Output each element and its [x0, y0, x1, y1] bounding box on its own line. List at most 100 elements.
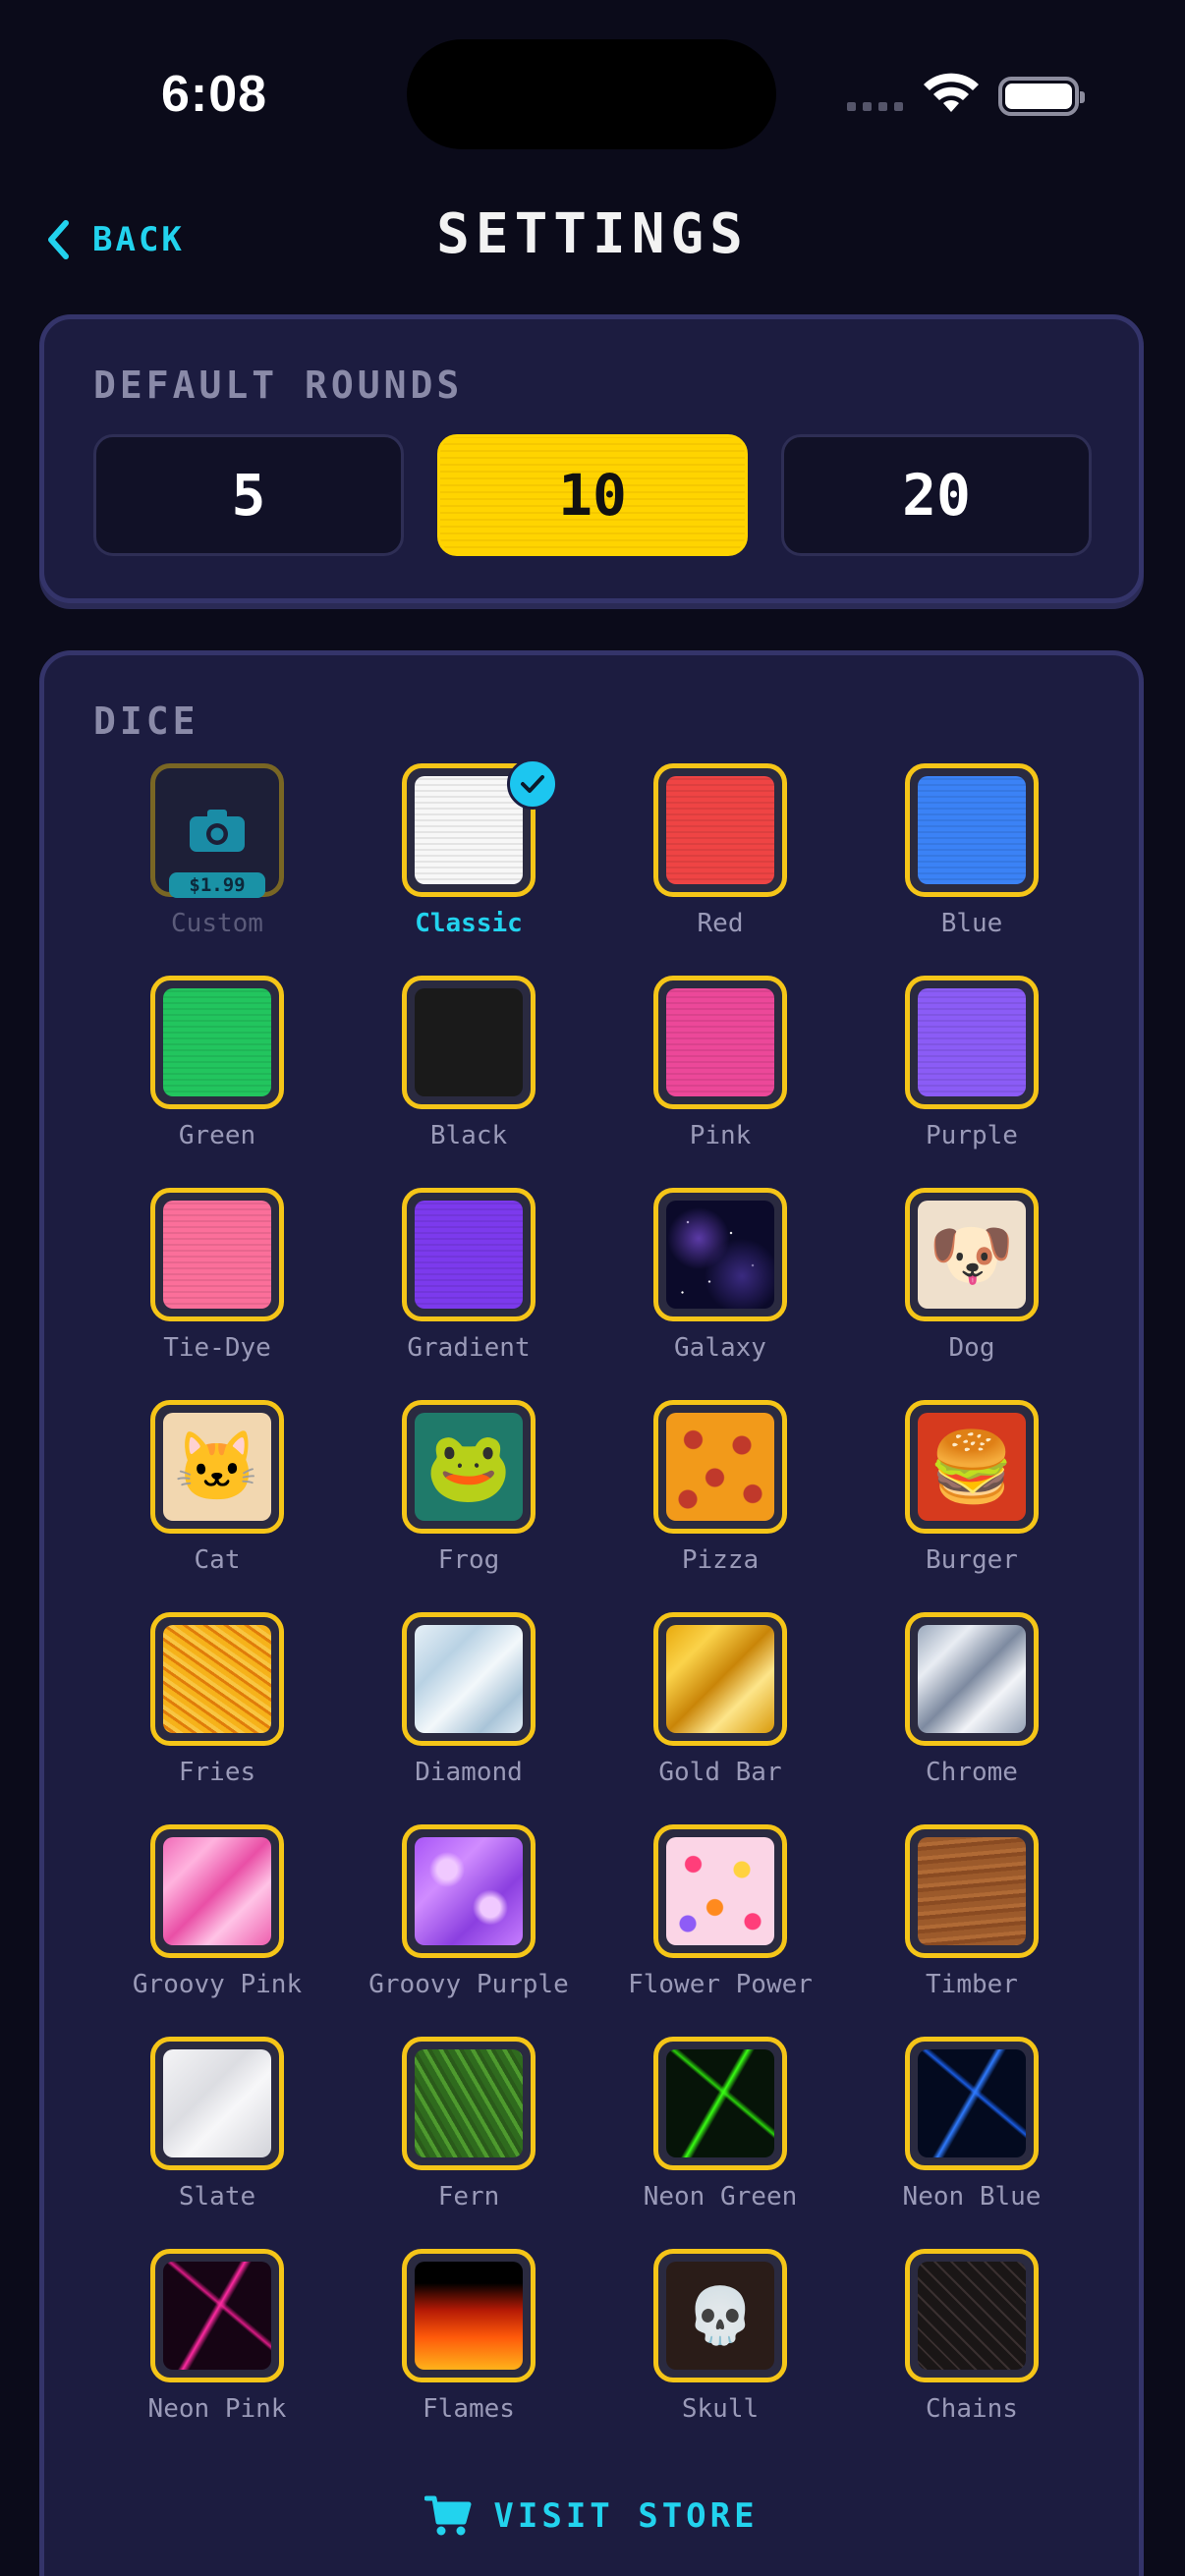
- die-tile: [653, 763, 787, 897]
- die-name: Skull: [681, 2394, 760, 2424]
- battery-icon: [998, 77, 1085, 116]
- checkmark-icon: [507, 758, 558, 810]
- dice-label: DICE: [93, 700, 199, 743]
- die-face: [918, 2049, 1026, 2157]
- die-option-pizza[interactable]: Pizza: [594, 1400, 846, 1612]
- die-option-dog[interactable]: 🐶 Dog: [846, 1188, 1098, 1400]
- die-face: [163, 1201, 271, 1309]
- die-option-flames[interactable]: Flames: [343, 2249, 594, 2461]
- die-option-tie-dye[interactable]: Tie-Dye: [91, 1188, 343, 1400]
- die-tile: [905, 763, 1039, 897]
- die-name: Neon Pink: [147, 2394, 287, 2424]
- die-name: Tie-Dye: [163, 1333, 271, 1363]
- die-face: [163, 2049, 271, 2157]
- die-option-neon-green[interactable]: Neon Green: [594, 2037, 846, 2249]
- die-name: Chains: [926, 2394, 1018, 2424]
- die-name: Flower Power: [628, 1970, 813, 1999]
- die-name: Pink: [689, 1121, 752, 1150]
- die-tile: [402, 1824, 536, 1958]
- die-option-flower-power[interactable]: Flower Power: [594, 1824, 846, 2037]
- die-tile: [653, 976, 787, 1109]
- default-rounds-label: DEFAULT ROUNDS: [93, 364, 464, 407]
- die-option-black[interactable]: Black: [343, 976, 594, 1188]
- die-option-diamond[interactable]: Diamond: [343, 1612, 594, 1824]
- die-face: [415, 1201, 523, 1309]
- die-tile: $1.99: [150, 763, 284, 898]
- die-tile: [150, 976, 284, 1109]
- die-option-timber[interactable]: Timber: [846, 1824, 1098, 2037]
- die-tile: [905, 2249, 1039, 2382]
- die-face: [918, 2262, 1026, 2370]
- die-tile: [905, 1824, 1039, 1958]
- die-name: Gold Bar: [658, 1758, 782, 1787]
- die-name: Slate: [178, 2182, 256, 2212]
- die-option-gradient[interactable]: Gradient: [343, 1188, 594, 1400]
- die-name: Dog: [948, 1333, 995, 1363]
- die-option-groovy-pink[interactable]: Groovy Pink: [91, 1824, 343, 2037]
- die-option-neon-blue[interactable]: Neon Blue: [846, 2037, 1098, 2249]
- cart-icon: [424, 2495, 472, 2536]
- die-tile: 🐸: [402, 1400, 536, 1534]
- die-option-galaxy[interactable]: Galaxy: [594, 1188, 846, 1400]
- die-option-gold-bar[interactable]: Gold Bar: [594, 1612, 846, 1824]
- die-tile: [150, 1824, 284, 1958]
- die-tile: 💀: [653, 2249, 787, 2382]
- dog-icon: 🐶: [918, 1201, 1026, 1309]
- die-option-fries[interactable]: Fries: [91, 1612, 343, 1824]
- die-face: [918, 988, 1026, 1096]
- die-name: Blue: [940, 909, 1003, 938]
- die-tile: 🐱: [150, 1400, 284, 1534]
- visit-store-button[interactable]: VISIT STORE: [44, 2494, 1139, 2538]
- die-option-purple[interactable]: Purple: [846, 976, 1098, 1188]
- price-badge: $1.99: [169, 872, 265, 898]
- die-option-green[interactable]: Green: [91, 976, 343, 1188]
- die-name: Fries: [178, 1758, 256, 1787]
- rounds-option-20[interactable]: 20: [781, 434, 1092, 556]
- die-face: [666, 988, 774, 1096]
- rounds-options: 5 10 20: [93, 434, 1092, 556]
- die-face: [666, 1837, 774, 1945]
- die-option-chrome[interactable]: Chrome: [846, 1612, 1098, 1824]
- die-face: [415, 1625, 523, 1733]
- die-option-red[interactable]: Red: [594, 763, 846, 976]
- die-name: Black: [429, 1121, 508, 1150]
- die-face: [918, 1837, 1026, 1945]
- die-option-frog[interactable]: 🐸 Frog: [343, 1400, 594, 1612]
- die-option-cat[interactable]: 🐱 Cat: [91, 1400, 343, 1612]
- die-tile: [905, 2037, 1039, 2170]
- die-face: [163, 776, 271, 884]
- die-name: Pizza: [681, 1545, 760, 1575]
- die-name: Neon Green: [643, 2182, 798, 2212]
- die-option-fern[interactable]: Fern: [343, 2037, 594, 2249]
- die-name: Neon Blue: [902, 2182, 1042, 2212]
- die-option-skull[interactable]: 💀 Skull: [594, 2249, 846, 2461]
- die-option-custom[interactable]: $1.99 Custom: [91, 763, 343, 976]
- die-name: Flames: [423, 2394, 515, 2424]
- cat-icon: 🐱: [163, 1413, 271, 1521]
- die-name: Groovy Pink: [132, 1970, 303, 1999]
- skull-icon: 💀: [666, 2262, 774, 2370]
- die-name: Classic: [415, 909, 523, 938]
- die-option-neon-pink[interactable]: Neon Pink: [91, 2249, 343, 2461]
- die-option-pink[interactable]: Pink: [594, 976, 846, 1188]
- die-face: [415, 2049, 523, 2157]
- die-option-blue[interactable]: Blue: [846, 763, 1098, 976]
- die-tile: [150, 1612, 284, 1746]
- wifi-icon: [924, 73, 979, 112]
- die-option-classic[interactable]: Classic: [343, 758, 594, 976]
- rounds-option-10[interactable]: 10: [437, 434, 748, 556]
- die-tile: [653, 1612, 787, 1746]
- die-option-chains[interactable]: Chains: [846, 2249, 1098, 2461]
- die-option-burger[interactable]: 🍔 Burger: [846, 1400, 1098, 1612]
- die-name: Green: [178, 1121, 256, 1150]
- die-option-groovy-purple[interactable]: Groovy Purple: [343, 1824, 594, 2037]
- dice-panel: DICE $1.99 Custom Classic Red Blue Green…: [39, 650, 1144, 2576]
- die-tile: 🐶: [905, 1188, 1039, 1321]
- die-tile: [402, 2249, 536, 2382]
- die-face: [415, 2262, 523, 2370]
- die-tile: [402, 758, 558, 897]
- die-option-slate[interactable]: Slate: [91, 2037, 343, 2249]
- die-tile: [653, 2037, 787, 2170]
- rounds-option-5[interactable]: 5: [93, 434, 404, 556]
- die-tile: [402, 2037, 536, 2170]
